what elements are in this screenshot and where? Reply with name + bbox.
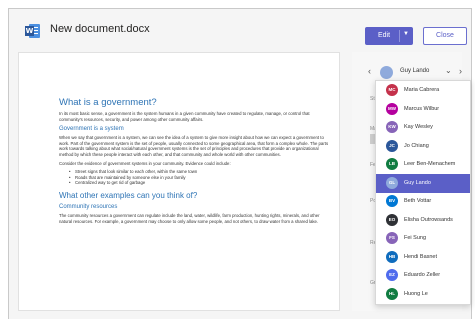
avatar: BV xyxy=(386,195,398,207)
paragraph: The community resources a government can… xyxy=(59,212,320,224)
heading-government-is-system: Government is a system xyxy=(59,126,124,133)
document-page: What is a government? In its most basic … xyxy=(59,97,331,227)
student-name: Leer Ben-Menachem xyxy=(404,161,456,167)
list-item[interactable]: EO Elisha Outrowsands xyxy=(376,211,470,230)
list-item[interactable]: EZ Eduardo Zeller xyxy=(376,266,470,285)
avatar: EO xyxy=(386,213,398,226)
avatar: KW xyxy=(386,121,398,133)
avatar: EZ xyxy=(386,269,398,281)
student-name: Fei Sung xyxy=(404,235,427,241)
list-item[interactable]: BV Beth Vottar xyxy=(376,192,470,211)
chevron-down-icon[interactable]: ⌄ xyxy=(445,66,452,75)
edit-button[interactable]: Edit ▼ xyxy=(365,27,413,45)
list-item[interactable]: KW Kay Wesley xyxy=(376,118,470,137)
edit-button-label: Edit xyxy=(378,32,391,39)
previous-student-icon[interactable]: ‹ xyxy=(368,66,371,76)
student-name: Jo Chiang xyxy=(404,142,429,149)
list-item[interactable]: JC Jo Chiang xyxy=(376,137,470,156)
paragraph: Consider the evidence of government syst… xyxy=(59,160,231,166)
student-name: Eduardo Zeller xyxy=(404,272,441,278)
next-student-icon[interactable]: › xyxy=(459,66,462,76)
avatar: JC xyxy=(386,139,398,152)
list-item[interactable]: FS Fei Sung xyxy=(376,229,470,248)
student-dropdown[interactable]: MC Maria Cabrera MW Marcus Wilbur KW Kay… xyxy=(375,80,471,305)
selected-student-name[interactable]: Guy Lando xyxy=(400,68,429,74)
close-button[interactable]: Close xyxy=(423,27,467,45)
list-item-selected[interactable]: GL Guy Lando xyxy=(376,173,470,193)
avatar: LB xyxy=(386,158,398,170)
bullet-list: Street signs that look similar to each o… xyxy=(69,169,331,186)
student-name: Beth Vottar xyxy=(404,198,432,204)
list-item[interactable]: HB Hendi Basnet xyxy=(376,248,470,267)
avatar: MW xyxy=(386,102,398,115)
student-name: Marcus Wilbur xyxy=(404,105,440,112)
heading-other-examples: What other examples can you think of? xyxy=(59,190,198,200)
student-name: Elisha Outrowsands xyxy=(404,216,453,223)
document-title: New document.docx xyxy=(50,23,150,35)
avatar: GL xyxy=(386,176,398,189)
list-item[interactable]: MW Marcus Wilbur xyxy=(376,100,470,119)
heading-community-resources: Community resources xyxy=(59,203,118,210)
document-pane[interactable]: What is a government? In its most basic … xyxy=(18,52,340,311)
word-icon: W xyxy=(25,24,40,38)
avatar: FS xyxy=(386,232,398,244)
student-name: Hendi Basnet xyxy=(404,253,438,260)
avatar: HB xyxy=(386,250,398,263)
list-item[interactable]: MC Maria Cabrera xyxy=(376,81,470,100)
paragraph: In its most basic sense, a government is… xyxy=(59,111,310,122)
heading-what-is-government: What is a government? xyxy=(59,97,157,108)
list-item[interactable]: LB Leer Ben-Menachem xyxy=(376,155,470,174)
chevron-down-icon[interactable]: ▼ xyxy=(403,31,409,37)
student-name: Maria Cabrera xyxy=(404,87,440,93)
avatar: HL xyxy=(386,287,398,300)
list-item[interactable]: HL Huong Le xyxy=(376,285,470,304)
student-name: Huong Le xyxy=(404,290,428,297)
avatar xyxy=(380,66,393,79)
paragraph: When we say that government is a system,… xyxy=(59,135,329,157)
student-name: Guy Lando xyxy=(404,179,431,186)
list-item: Centralized way to get rid of garbage xyxy=(69,180,331,186)
top-bar: W New document.docx Edit ▼ Close xyxy=(9,9,471,53)
avatar: MC xyxy=(386,84,398,96)
student-name: Kay Wesley xyxy=(404,124,433,130)
